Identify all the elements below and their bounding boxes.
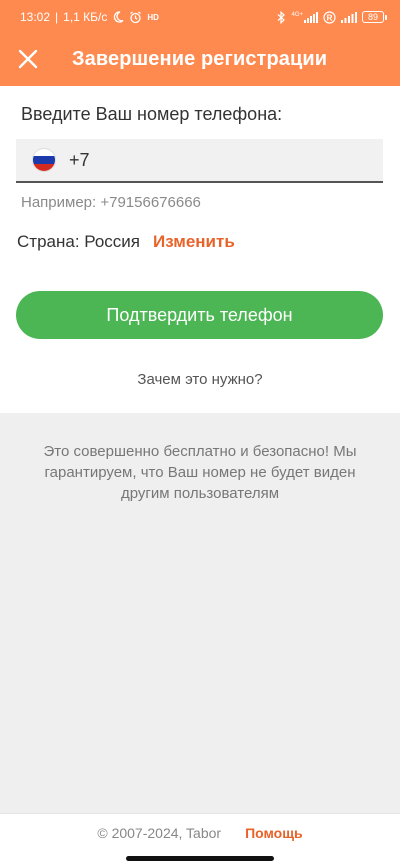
network-speed: 1,1 КБ/с xyxy=(63,10,108,24)
phone-example: Например: +79156676666 xyxy=(21,194,201,211)
country-code: +7 xyxy=(69,149,90,170)
app-header: 13:02 | 1,1 КБ/с HD 4G+ R 89 Завершение … xyxy=(0,0,400,86)
status-time: 13:02 xyxy=(20,10,51,24)
confirm-phone-button[interactable]: Подтвердить телефон xyxy=(16,291,383,339)
roaming-icon: R xyxy=(323,10,336,24)
page-title: Завершение регистрации xyxy=(72,47,328,70)
russia-flag-icon[interactable] xyxy=(33,149,55,171)
registration-card: Введите Ваш номер телефона: +7 Например:… xyxy=(0,86,400,413)
phone-prompt: Введите Ваш номер телефона: xyxy=(21,104,283,124)
footer: © 2007-2024, Tabor Помощь xyxy=(0,813,400,866)
change-country-link[interactable]: Изменить xyxy=(153,232,235,252)
moon-icon xyxy=(112,11,124,23)
battery-icon: 89 xyxy=(362,11,387,23)
alarm-icon xyxy=(129,11,142,24)
signal-icon-2 xyxy=(341,11,357,23)
status-bar: 13:02 | 1,1 КБ/с HD 4G+ R 89 xyxy=(0,0,400,34)
bluetooth-icon xyxy=(277,10,286,24)
copyright-text: © 2007-2024, Tabor xyxy=(97,825,222,841)
country-label: Страна: Россия xyxy=(17,232,141,251)
home-indicator[interactable] xyxy=(126,856,274,861)
app-bar: Завершение регистрации xyxy=(0,36,400,82)
hd-label: HD xyxy=(147,12,159,22)
close-button[interactable] xyxy=(0,36,56,82)
phone-input[interactable]: +7 xyxy=(16,139,383,183)
svg-text:R: R xyxy=(327,13,333,22)
close-icon xyxy=(18,49,38,69)
why-needed-link[interactable]: Зачем это нужно? xyxy=(0,371,400,388)
privacy-info-text: Это совершенно бесплатно и безопасно! Мы… xyxy=(43,443,357,502)
signal-icon: 4G+ xyxy=(291,11,318,23)
help-link[interactable]: Помощь xyxy=(245,825,303,841)
country-row: Страна: Россия Изменить xyxy=(17,232,235,252)
